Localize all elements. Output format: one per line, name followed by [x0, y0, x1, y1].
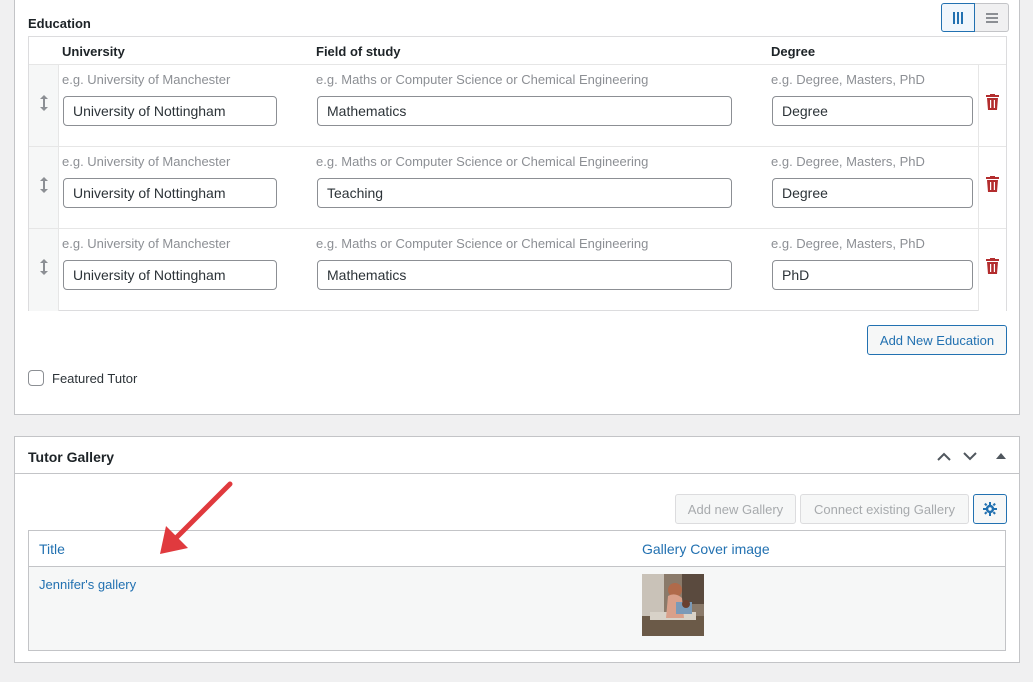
field-hint: e.g. Maths or Computer Science or Chemic…: [316, 154, 649, 169]
featured-tutor-checkbox[interactable]: [28, 370, 44, 386]
featured-tutor-option[interactable]: Featured Tutor: [28, 370, 137, 386]
degree-hint: e.g. Degree, Masters, PhD: [771, 72, 925, 87]
move-down-button[interactable]: [960, 446, 980, 466]
featured-tutor-label: Featured Tutor: [52, 370, 138, 386]
degree-hint: e.g. Degree, Masters, PhD: [771, 236, 925, 251]
column-header-field: Field of study: [316, 44, 401, 59]
column-header-title[interactable]: Title: [39, 541, 65, 557]
sort-arrows-icon: [39, 259, 48, 275]
degree-input[interactable]: [772, 96, 973, 126]
education-repeater: University Field of study Degree e.g. Un…: [28, 36, 1007, 311]
sort-arrows-icon: [39, 177, 48, 193]
field-hint: e.g. Maths or Computer Science or Chemic…: [316, 72, 649, 87]
gallery-settings-button[interactable]: [973, 494, 1007, 524]
annotation-arrow: [160, 481, 233, 554]
drag-handle[interactable]: [29, 65, 59, 146]
drag-handle[interactable]: [29, 229, 59, 311]
trash-icon: [986, 176, 999, 192]
education-label: Education: [28, 16, 91, 31]
add-new-education-button[interactable]: Add New Education: [867, 325, 1007, 355]
field-input[interactable]: [317, 260, 732, 290]
columns-view-button[interactable]: [941, 3, 975, 32]
column-header-university: University: [62, 44, 125, 59]
column-header-degree: Degree: [771, 44, 816, 59]
gallery-panel-title: Tutor Gallery: [28, 449, 115, 465]
repeater-header: University Field of study Degree: [29, 37, 1006, 65]
delete-row-button[interactable]: [978, 147, 1006, 228]
education-row: e.g. University of Manchester e.g. Maths…: [29, 65, 1006, 147]
columns-icon: [953, 11, 963, 24]
university-input[interactable]: [63, 178, 277, 208]
gallery-panel-header: Tutor Gallery: [15, 437, 1019, 474]
university-input[interactable]: [63, 260, 277, 290]
field-input[interactable]: [317, 178, 732, 208]
connect-existing-gallery-button[interactable]: Connect existing Gallery: [800, 494, 969, 524]
field-hint: e.g. Maths or Computer Science or Chemic…: [316, 236, 649, 251]
gear-icon: [983, 502, 997, 516]
degree-input[interactable]: [772, 178, 973, 208]
toggle-panel-button[interactable]: [991, 446, 1011, 466]
university-hint: e.g. University of Manchester: [62, 154, 231, 169]
add-new-gallery-button[interactable]: Add new Gallery: [675, 494, 796, 524]
view-toggle: [941, 3, 1009, 32]
gallery-cover-thumbnail[interactable]: [642, 574, 704, 636]
university-hint: e.g. University of Manchester: [62, 236, 231, 251]
column-header-cover-image[interactable]: Gallery Cover image: [642, 541, 770, 557]
table-row: Jennifer's gallery: [29, 567, 1005, 650]
university-input[interactable]: [63, 96, 277, 126]
caret-up-icon: [996, 453, 1006, 459]
trash-icon: [986, 94, 999, 110]
university-hint: e.g. University of Manchester: [62, 72, 231, 87]
list-icon: [985, 12, 998, 23]
trash-icon: [986, 258, 999, 274]
cover-photo-image: [642, 574, 704, 636]
education-row: e.g. University of Manchester e.g. Maths…: [29, 147, 1006, 229]
delete-row-button[interactable]: [978, 65, 1006, 146]
education-row: e.g. University of Manchester e.g. Maths…: [29, 229, 1006, 311]
chevron-up-icon: [937, 452, 951, 461]
gallery-title-link[interactable]: Jennifer's gallery: [39, 577, 136, 592]
field-input[interactable]: [317, 96, 732, 126]
education-panel: Education University Field of study Degr…: [14, 0, 1020, 415]
delete-row-button[interactable]: [978, 229, 1006, 311]
chevron-down-icon: [963, 451, 977, 460]
list-view-button[interactable]: [975, 3, 1009, 32]
degree-input[interactable]: [772, 260, 973, 290]
degree-hint: e.g. Degree, Masters, PhD: [771, 154, 925, 169]
sort-arrows-icon: [39, 95, 48, 111]
move-up-button[interactable]: [934, 446, 954, 466]
drag-handle[interactable]: [29, 147, 59, 228]
